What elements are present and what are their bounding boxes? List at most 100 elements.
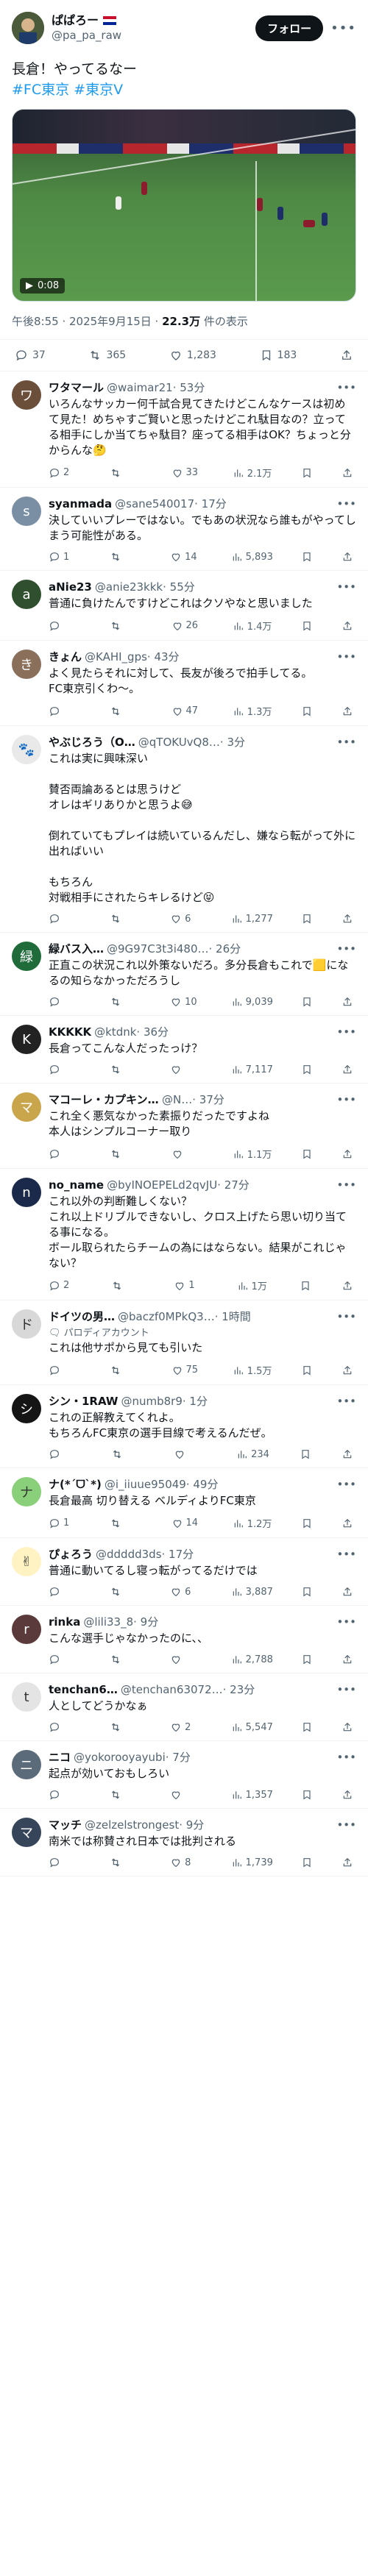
more-options-icon[interactable]: ••• xyxy=(330,580,356,594)
reply-avatar[interactable]: K xyxy=(12,1025,41,1054)
reply-like-button[interactable]: 75 xyxy=(171,1363,204,1377)
reply-reply-button[interactable] xyxy=(49,619,81,633)
reply-time[interactable]: · 17分 xyxy=(194,497,227,511)
reply-reply-button[interactable] xyxy=(49,1654,81,1665)
reply-author-handle[interactable]: @N… xyxy=(162,1092,192,1107)
reply-time[interactable]: · 9分 xyxy=(179,1818,204,1832)
reply-item[interactable]: n no_name @byINOEPELd2qvJU · 27分 ••• これ以… xyxy=(0,1169,368,1301)
reply-share-button[interactable] xyxy=(342,466,353,480)
reply-repost-button[interactable] xyxy=(110,551,142,563)
reply-share-button[interactable] xyxy=(342,1363,353,1377)
reply-author-handle[interactable]: @9G97C3t3i480… xyxy=(107,942,209,956)
reply-like-button[interactable] xyxy=(170,1789,202,1801)
reply-author-handle[interactable]: @zelzelstrongest xyxy=(85,1818,179,1832)
reply-author-name[interactable]: no_name xyxy=(49,1178,104,1192)
reply-reply-button[interactable]: 2 xyxy=(49,1278,81,1292)
reply-share-button[interactable] xyxy=(342,1448,353,1460)
reply-item[interactable]: マ マッチ @zelzelstrongest · 9分 ••• 南米では称賛され… xyxy=(0,1809,368,1876)
more-options-icon[interactable]: ••• xyxy=(330,1682,356,1697)
reply-time[interactable]: · 27分 xyxy=(217,1178,250,1192)
reply-time[interactable]: · 53分 xyxy=(173,380,205,395)
reply-like-button[interactable] xyxy=(170,1654,202,1665)
reply-author-name[interactable]: ワタマール xyxy=(49,380,104,395)
more-options-icon[interactable]: ••• xyxy=(330,650,356,664)
reply-like-button[interactable]: 47 xyxy=(171,704,204,718)
reply-views-button[interactable]: 1.3万 xyxy=(233,704,272,718)
reply-author-handle[interactable]: @KAHI_gps xyxy=(85,650,147,664)
reply-author-name[interactable]: ぴょろう xyxy=(49,1547,93,1562)
reply-avatar[interactable]: t xyxy=(12,1682,41,1712)
reply-author-handle[interactable]: @ktdnk xyxy=(94,1025,136,1039)
reply-item[interactable]: t tenchan6… @tenchan63072… · 23分 ••• 人とし… xyxy=(0,1673,368,1741)
more-options-icon[interactable]: ••• xyxy=(330,1025,356,1039)
reply-time[interactable]: · 9分 xyxy=(133,1615,158,1629)
reply-avatar[interactable]: ナ xyxy=(12,1477,41,1506)
reply-item[interactable]: K KKKKK @ktdnk · 36分 ••• 長倉ってこんな人だったっけ？ … xyxy=(0,1016,368,1084)
more-options-icon[interactable]: ••• xyxy=(330,1178,356,1192)
like-button[interactable]: 1,283 xyxy=(169,349,216,362)
reply-views-button[interactable]: 1.5万 xyxy=(233,1363,272,1377)
reply-repost-button[interactable] xyxy=(110,1363,142,1377)
more-options-icon[interactable]: ••• xyxy=(330,1818,356,1832)
reply-author-name[interactable]: aNie23 xyxy=(49,580,92,594)
share-button[interactable] xyxy=(340,349,353,362)
reply-share-button[interactable] xyxy=(342,1654,353,1665)
reply-author-handle[interactable]: @lili33_8 xyxy=(83,1615,133,1629)
reply-reply-button[interactable] xyxy=(49,704,81,718)
reply-author-name[interactable]: マッチ xyxy=(49,1818,82,1832)
reply-author-handle[interactable]: @i_iiuue95049 xyxy=(105,1477,186,1492)
reply-bookmark-button[interactable] xyxy=(301,996,313,1008)
reply-repost-button[interactable] xyxy=(110,996,142,1008)
reply-bookmark-button[interactable] xyxy=(300,1278,311,1292)
reply-views-button[interactable]: 3,887 xyxy=(231,1586,273,1598)
more-options-icon[interactable]: ••• xyxy=(330,735,356,750)
reply-author-handle[interactable]: @sane540017 xyxy=(115,497,194,511)
post-timestamp[interactable]: 午後8:55 · 2025年9月15日 · xyxy=(12,315,162,328)
reply-time[interactable]: · 23分 xyxy=(223,1682,255,1697)
reply-reply-button[interactable]: 1 xyxy=(49,551,81,563)
reply-time[interactable]: · 3分 xyxy=(220,735,245,750)
reply-repost-button[interactable] xyxy=(110,704,142,718)
reply-like-button[interactable]: 8 xyxy=(170,1857,202,1868)
reply-avatar[interactable]: n xyxy=(12,1178,41,1207)
reply-avatar[interactable]: ワ xyxy=(12,380,41,410)
reply-bookmark-button[interactable] xyxy=(301,913,313,925)
more-options-icon[interactable]: ••• xyxy=(330,1394,356,1409)
reply-avatar[interactable]: a xyxy=(12,580,41,609)
reply-like-button[interactable]: 14 xyxy=(170,551,202,563)
reply-bookmark-button[interactable] xyxy=(301,1654,313,1665)
author-name[interactable]: ぱぱろー xyxy=(52,13,99,27)
reply-bookmark-button[interactable] xyxy=(301,1147,313,1161)
reply-like-button[interactable]: 14 xyxy=(171,1516,204,1530)
reply-time[interactable]: · 55分 xyxy=(163,580,195,594)
reply-repost-button[interactable] xyxy=(110,913,142,925)
reply-views-button[interactable]: 234 xyxy=(236,1448,269,1460)
reply-views-button[interactable]: 2,788 xyxy=(231,1654,273,1665)
reply-author-name[interactable]: やぶじろう（O… xyxy=(49,735,135,750)
reply-bookmark-button[interactable] xyxy=(301,1363,313,1377)
reply-avatar[interactable]: マ xyxy=(12,1092,41,1122)
reply-item[interactable]: a aNie23 @anie23kkk · 55分 ••• 普通に負けたんですけ… xyxy=(0,571,368,641)
reply-like-button[interactable]: 33 xyxy=(171,466,204,480)
reply-views-button[interactable]: 2.1万 xyxy=(233,466,272,480)
reply-item[interactable]: 🐾 やぶじろう（O… @qTOKUvQ8… · 3分 ••• これは実に興味深い… xyxy=(0,726,368,933)
reply-like-button[interactable]: 6 xyxy=(170,1586,202,1598)
reply-author-name[interactable]: シン・1RAW xyxy=(49,1394,118,1409)
reply-item[interactable]: マ マコーレ・カプキン@投資… @N… · 37分 ••• これ全く悪気なかった… xyxy=(0,1084,368,1169)
reply-repost-button[interactable] xyxy=(111,1448,144,1460)
reply-like-button[interactable]: 26 xyxy=(171,619,204,633)
reply-reply-button[interactable]: 2 xyxy=(49,466,81,480)
reply-share-button[interactable] xyxy=(342,1147,353,1161)
author-block[interactable]: ぱぱろー @pa_pa_raw xyxy=(52,13,255,43)
reply-avatar[interactable]: 緑 xyxy=(12,942,41,971)
reply-author-name[interactable]: ドイツの男… xyxy=(49,1309,115,1324)
reply-share-button[interactable] xyxy=(342,1857,353,1868)
more-options-icon[interactable]: ••• xyxy=(330,1615,356,1629)
reply-author-name[interactable]: ナ(*ˊᗜˋ*) xyxy=(49,1477,102,1492)
reply-time[interactable]: · 37分 xyxy=(192,1092,224,1107)
reply-views-button[interactable]: 1,739 xyxy=(231,1857,273,1868)
reply-time[interactable]: · 17分 xyxy=(162,1547,194,1562)
reply-author-name[interactable]: ニコ xyxy=(49,1750,71,1765)
reply-item[interactable]: ナ ナ(*ˊᗜˋ*) @i_iiuue95049 · 49分 ••• 長倉最高 … xyxy=(0,1468,368,1538)
reply-bookmark-button[interactable] xyxy=(300,1448,311,1460)
